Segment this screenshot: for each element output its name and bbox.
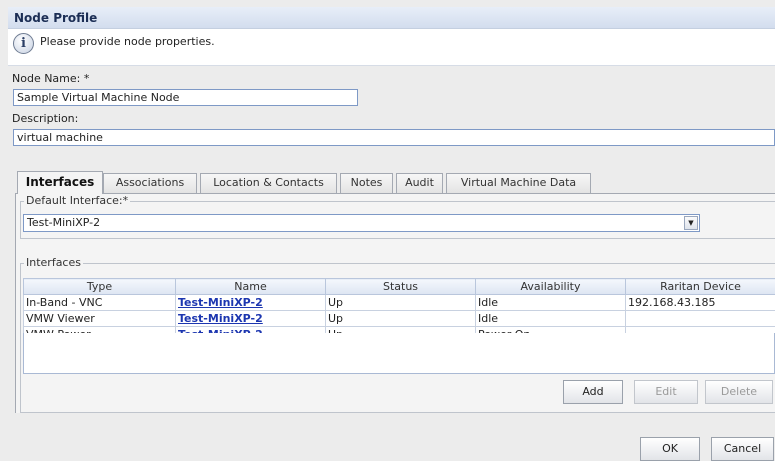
node-name-label: Node Name: *	[12, 72, 89, 85]
node-name-input[interactable]	[13, 89, 358, 106]
page-title: Node Profile	[8, 7, 775, 29]
table-header-row: Type Name Status Availability Raritan De…	[24, 279, 775, 295]
info-bar: i Please provide node properties.	[8, 29, 775, 66]
info-message: Please provide node properties.	[40, 35, 215, 48]
cell-availability: Idle	[476, 311, 626, 327]
cell-availability: Idle	[476, 295, 626, 311]
chevron-down-icon[interactable]: ▼	[684, 216, 698, 230]
column-header-status[interactable]: Status	[326, 279, 476, 295]
cancel-button[interactable]: Cancel	[711, 437, 774, 461]
tab-virtual-machine-data[interactable]: Virtual Machine Data	[446, 173, 591, 193]
default-interface-select[interactable]: Test-MiniXP-2 ▼	[23, 214, 700, 232]
description-label: Description:	[12, 112, 78, 125]
cell-type: VMW Viewer	[24, 311, 176, 327]
default-interface-value: Test-MiniXP-2	[27, 216, 100, 229]
table-empty-area	[23, 333, 775, 374]
tab-audit[interactable]: Audit	[396, 173, 443, 193]
table-row[interactable]: VMW Viewer Test-MiniXP-2 Up Idle	[24, 311, 775, 327]
description-input[interactable]	[13, 129, 775, 146]
cell-raritan-device	[626, 311, 775, 327]
tab-notes[interactable]: Notes	[340, 173, 393, 193]
interfaces-legend: Interfaces	[24, 256, 83, 269]
add-button[interactable]: Add	[563, 380, 623, 404]
interface-name-link[interactable]: Test-MiniXP-2	[178, 312, 263, 325]
cell-type: In-Band - VNC	[24, 295, 176, 311]
tab-associations[interactable]: Associations	[103, 173, 197, 193]
column-header-raritan-device[interactable]: Raritan Device	[626, 279, 775, 295]
edit-button[interactable]: Edit	[634, 380, 698, 404]
table-row[interactable]: In-Band - VNC Test-MiniXP-2 Up Idle 192.…	[24, 295, 775, 311]
column-header-availability[interactable]: Availability	[476, 279, 626, 295]
ok-button[interactable]: OK	[640, 437, 700, 461]
default-interface-legend: Default Interface:*	[24, 194, 130, 207]
cell-status: Up	[326, 311, 476, 327]
tab-interfaces[interactable]: Interfaces	[17, 171, 103, 194]
interface-name-link[interactable]: Test-MiniXP-2	[178, 296, 263, 309]
column-header-type[interactable]: Type	[24, 279, 176, 295]
cell-status: Up	[326, 295, 476, 311]
cell-raritan-device: 192.168.43.185	[626, 295, 775, 311]
column-header-name[interactable]: Name	[176, 279, 326, 295]
info-icon: i	[13, 33, 34, 54]
delete-button[interactable]: Delete	[705, 380, 773, 404]
tab-location-contacts[interactable]: Location & Contacts	[200, 173, 337, 193]
